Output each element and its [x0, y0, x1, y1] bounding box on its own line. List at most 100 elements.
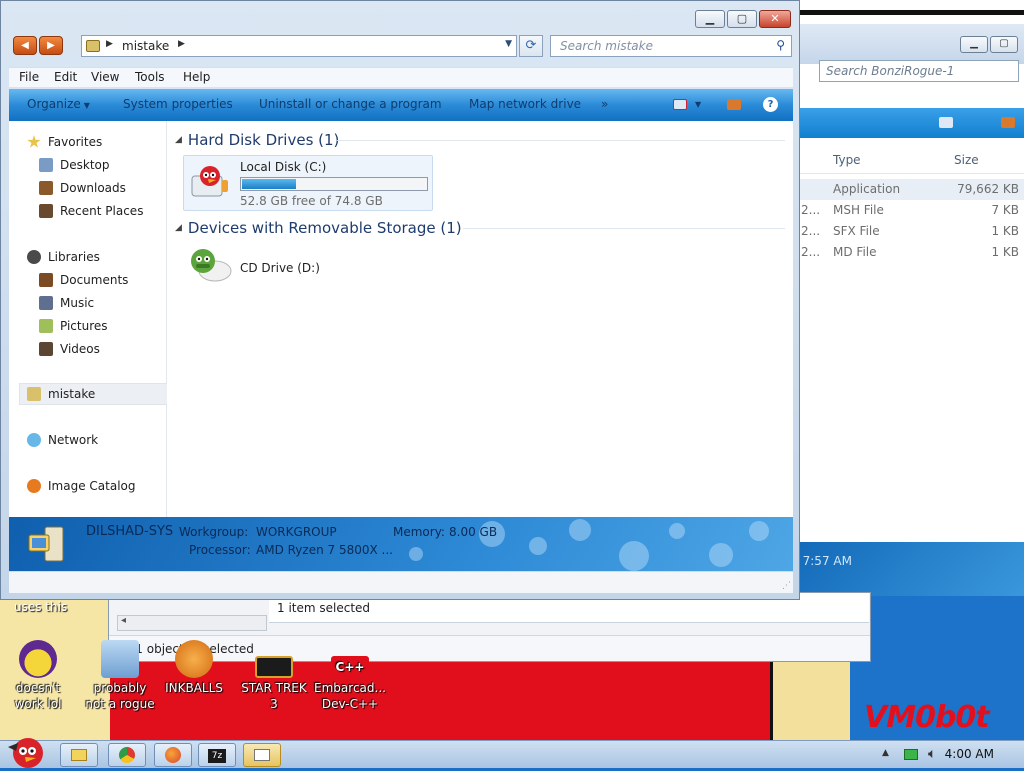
- breadcrumb-arrow-icon[interactable]: ▶: [178, 39, 185, 49]
- start-button-angry-bird-icon[interactable]: [4, 733, 48, 769]
- network-status-icon[interactable]: [904, 749, 918, 760]
- taskbar-firefox-icon[interactable]: [154, 743, 192, 767]
- nav-libraries[interactable]: Libraries: [27, 248, 100, 266]
- explorer-window[interactable]: ▁ ▢ ✕ ◀ ▶ ▶ mistake ▶ ▼ ⟳ Search mistake…: [0, 0, 800, 600]
- file-row[interactable]: Application 79,662 KB: [791, 179, 1024, 200]
- desktop-icon-startrek[interactable]: STAR TREK 3: [236, 656, 312, 712]
- nav-image-catalog[interactable]: Image Catalog: [27, 477, 135, 495]
- map-network-drive-button[interactable]: Map network drive: [469, 97, 581, 111]
- view-dropdown-icon[interactable]: ▼: [695, 100, 701, 109]
- cd-drive-icon[interactable]: [187, 245, 233, 285]
- preview-pane-icon[interactable]: [727, 99, 741, 110]
- search-icon[interactable]: ⚲: [776, 38, 785, 52]
- back-maximize-button[interactable]: ▢: [990, 36, 1018, 53]
- file-row[interactable]: 2... MSH File 7 KB: [791, 200, 1024, 221]
- back-search-input[interactable]: Search BonziRogue-1: [819, 60, 1019, 82]
- details-pane: DILSHAD-SYS Workgroup: WORKGROUP Memory:…: [9, 517, 793, 571]
- breadcrumb-arrow-icon[interactable]: ▶: [106, 39, 113, 49]
- pictures-icon: [39, 319, 53, 333]
- view-options-icon[interactable]: [673, 99, 687, 110]
- taskbar-explorer-icon[interactable]: [60, 743, 98, 767]
- nav-mistake[interactable]: mistake: [27, 385, 95, 403]
- workgroup-label: Workgroup:: [179, 525, 249, 539]
- dropdown-icon: ▼: [83, 101, 90, 110]
- taskbar-window-icon[interactable]: [243, 743, 281, 767]
- scroll-left-icon[interactable]: ◂: [121, 615, 126, 626]
- command-bar: Organize ▼ System properties Uninstall or…: [9, 89, 793, 121]
- nav-documents[interactable]: Documents: [39, 271, 128, 289]
- recent-places-icon: [39, 204, 53, 218]
- preview-pane-icon[interactable]: [1001, 117, 1015, 128]
- close-button[interactable]: ✕: [759, 10, 791, 28]
- menu-bar: File Edit View Tools Help: [9, 67, 793, 87]
- column-type[interactable]: Type: [833, 153, 861, 167]
- uninstall-program-button[interactable]: Uninstall or change a program: [259, 97, 442, 111]
- nav-videos[interactable]: Videos: [39, 340, 100, 358]
- refresh-button[interactable]: ⟳: [519, 35, 543, 57]
- back-explorer-window[interactable]: ▁ ▢ Search BonziRogue-1 Type Size Applic…: [790, 24, 1024, 596]
- drive-c-usage-fill: [242, 179, 296, 189]
- desktop-icon-installer[interactable]: probably not a rogue: [82, 640, 158, 712]
- nav-desktop[interactable]: Desktop: [39, 156, 110, 174]
- file-row[interactable]: 2... MD File 1 KB: [791, 242, 1024, 263]
- wallpaper-line: [800, 10, 1024, 15]
- desktop-icon-inkballs[interactable]: INKBALLS: [156, 640, 232, 696]
- taskbar-clock[interactable]: 4:00 AM: [945, 747, 994, 761]
- back-minimize-button[interactable]: ▁: [960, 36, 988, 53]
- nav-recent-places[interactable]: Recent Places: [39, 202, 143, 220]
- group-removable-storage[interactable]: ◢ Devices with Removable Storage (1): [175, 219, 462, 237]
- back-status-time: , 7:57 AM: [795, 554, 852, 568]
- back-nav-button[interactable]: ◀: [13, 36, 37, 55]
- desktop-icon-yahoo[interactable]: doesn't work lol: [0, 640, 76, 712]
- more-commands-button[interactable]: »: [601, 97, 608, 111]
- image-catalog-icon: [27, 479, 41, 493]
- desktop-icon-label: STAR TREK 3: [241, 681, 307, 711]
- column-size[interactable]: Size: [954, 153, 979, 167]
- address-dropdown-icon[interactable]: ▼: [505, 39, 512, 49]
- file-row-size: 7 KB: [991, 203, 1019, 217]
- collapse-triangle-icon[interactable]: ◢: [175, 223, 182, 233]
- search-input[interactable]: Search mistake ⚲: [550, 35, 792, 57]
- menu-edit[interactable]: Edit: [54, 70, 77, 84]
- nav-downloads[interactable]: Downloads: [39, 179, 126, 197]
- taskbar-7zip-icon[interactable]: 7z: [198, 743, 236, 767]
- minimize-button[interactable]: ▁: [695, 10, 725, 28]
- downloads-icon: [39, 181, 53, 195]
- file-row[interactable]: 2... SFX File 1 KB: [791, 221, 1024, 242]
- show-hidden-icons-icon[interactable]: ▲: [882, 748, 889, 758]
- drive-c[interactable]: Local Disk (C:) 52.8 GB free of 74.8 GB: [183, 155, 433, 211]
- nav-favorites[interactable]: Favorites: [27, 133, 102, 151]
- computer-name: DILSHAD-SYS: [86, 524, 174, 539]
- back-window-titlebar[interactable]: ▁ ▢: [791, 24, 1024, 64]
- breadcrumb-mistake[interactable]: mistake: [122, 39, 169, 53]
- resize-grip-icon[interactable]: ⋰: [782, 581, 791, 591]
- nav-network[interactable]: Network: [27, 431, 98, 449]
- forward-nav-button[interactable]: ▶: [39, 36, 63, 55]
- desktop-icon-devcpp[interactable]: C++ Embarcad... Dev-C++: [312, 656, 388, 712]
- search-placeholder: Search mistake: [560, 39, 653, 53]
- yahoo-messenger-icon: [19, 640, 57, 678]
- menu-view[interactable]: View: [91, 70, 119, 84]
- taskbar: 7z ▲ 🔈︎ 4:00 AM: [0, 738, 1024, 768]
- volume-icon[interactable]: 🔈︎: [928, 746, 936, 762]
- menu-tools[interactable]: Tools: [135, 70, 165, 84]
- drive-d-name[interactable]: CD Drive (D:): [240, 261, 320, 275]
- menu-file[interactable]: File: [19, 70, 39, 84]
- taskbar-chrome-icon[interactable]: [108, 743, 146, 767]
- desktop-caption: uses this: [14, 600, 68, 614]
- maximize-button[interactable]: ▢: [727, 10, 757, 28]
- system-properties-button[interactable]: System properties: [123, 97, 233, 111]
- view-options-icon[interactable]: [939, 117, 953, 128]
- organize-button[interactable]: Organize ▼: [27, 97, 90, 111]
- menu-help[interactable]: Help: [183, 70, 210, 84]
- nav-pictures[interactable]: Pictures: [39, 317, 108, 335]
- horizontal-scrollbar[interactable]: ◂: [117, 615, 267, 631]
- file-row-type: MD File: [833, 245, 877, 259]
- help-icon[interactable]: ?: [763, 97, 778, 112]
- address-bar[interactable]: ▶ mistake ▶ ▼: [81, 35, 517, 57]
- back-details-pane: , 7:57 AM: [791, 542, 1024, 596]
- collapse-triangle-icon[interactable]: ◢: [175, 135, 182, 145]
- group-hard-disk-drives[interactable]: ◢ Hard Disk Drives (1): [175, 131, 339, 149]
- processor-value: AMD Ryzen 7 5800X ...: [256, 543, 393, 557]
- nav-music[interactable]: Music: [39, 294, 94, 312]
